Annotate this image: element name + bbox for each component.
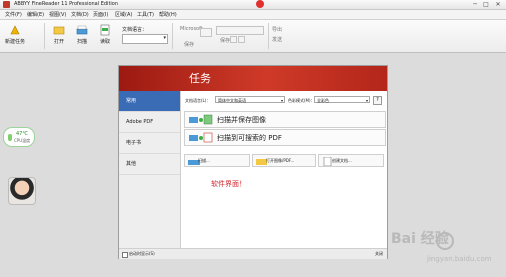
sidebar-item-ebook[interactable]: 电子书 [119,133,180,154]
show-on-startup-label: 启动时显示(S) [129,251,155,256]
temperature-value: 47℃ [16,131,28,137]
new-task-button[interactable]: 新建任务 [4,24,26,45]
menu-page[interactable]: 页面(I) [93,11,108,18]
app-logo-icon [3,1,10,8]
avatar[interactable] [8,177,36,205]
minimize-button[interactable]: ─ [470,1,480,8]
menu-help[interactable]: 帮助(H) [159,11,177,18]
menu-bar: 文件(F) 编辑(E) 视图(V) 文档(D) 页面(I) 区域(A) 工具(T… [0,10,506,20]
watermark: Bai 经验 jingyan.baidu.com [391,228,501,268]
dialog-header: 任务 [119,66,387,91]
read-button[interactable]: 读取 [94,24,116,45]
window-title: ABBYY FineReader 11 Professional Edition [14,1,119,7]
show-on-startup-checkbox[interactable] [122,252,128,258]
close-dialog-button[interactable]: 关闭 [375,251,383,257]
scanner-icon [76,25,88,35]
close-window-button[interactable]: ✕ [493,1,503,8]
scan-button[interactable]: 扫描 [71,24,93,45]
sidebar-item-adobe-pdf[interactable]: Adobe PDF [119,112,180,133]
doc-language-select[interactable]: 简体中文和英语 [215,96,285,104]
toolbar: 新建任务 打开 扫描 读取 文档语言： Microsoft 保存 保存 导出 发… [0,20,506,53]
thermometer-icon [8,134,12,141]
task-scan-searchable-pdf[interactable]: 扫描到可搜索的 PDF [184,129,386,146]
open-folder-icon [53,26,65,35]
scan-to-pdf-icon [189,132,213,143]
doc-language-label: 文档语言(L)： [185,98,211,103]
dialog-title: 任务 [189,72,211,85]
baidu-paw-icon [436,232,454,250]
help-button[interactable]: ? [373,96,382,105]
dialog-content: 文档语言(L)： 简体中文和英语 色彩模式(M)： 全彩色 ? 扫描并保存图像 … [181,91,387,248]
task-dialog: 任务 常用 Adobe PDF 电子书 其他 文档语言(L)： 简体中文和英语 … [118,65,388,259]
scan-label: 扫描 [76,39,87,45]
open-image-pdf-button[interactable]: 打开图像/PDF... [252,154,316,167]
maximize-button[interactable]: □ [481,1,491,8]
read-icon [100,24,110,36]
toolbar-doc-language-label: 文档语言： [122,27,148,33]
task-scan-save-image[interactable]: 扫描并保存图像 [184,111,386,128]
menu-file[interactable]: 文件(F) [5,11,22,18]
dialog-sidebar: 常用 Adobe PDF 电子书 其他 [119,91,181,248]
temperature-sub: CPU温度 [14,138,31,143]
dialog-footer: 启动时显示(S) 关闭 [119,248,387,259]
menu-area[interactable]: 区域(A) [115,11,132,18]
menu-view[interactable]: 视图(V) [49,11,66,18]
open-label: 打开 [53,39,64,45]
color-mode-label: 色彩模式(M)： [288,98,315,103]
create-document-button[interactable]: 创建文档... [318,154,384,167]
annotation-note: 软件界面！ [211,180,246,188]
toolbar-small-icon[interactable] [238,36,245,43]
sidebar-item-other[interactable]: 其他 [119,154,180,175]
toolbar-separator [268,23,269,49]
scan-sub-label: 扫描... [198,158,210,163]
menu-document[interactable]: 文档(D) [71,11,89,18]
toolbar-small-b: 保存 [220,38,231,44]
color-mode-select[interactable]: 全彩色 [314,96,370,104]
temperature-widget[interactable]: 47℃ CPU温度 [3,127,35,147]
task-scan-save-image-label: 扫描并保存图像 [217,116,266,124]
title-bar: ABBYY FineReader 11 Professional Edition… [0,0,506,10]
scan-sub-button[interactable]: 扫描... [184,154,250,167]
toolbar-export-label[interactable]: 导出 [272,26,282,33]
record-indicator-icon [256,0,264,8]
new-task-label: 新建任务 [4,39,25,45]
color-mode-value: 全彩色 [317,98,329,103]
toolbar-save-label[interactable]: 保存 [184,41,194,48]
doc-language-value: 简体中文和英语 [218,98,246,103]
new-task-icon [10,25,20,35]
toolbar-dropdown[interactable] [200,28,212,37]
menu-tools[interactable]: 工具(T) [137,11,154,18]
open-image-pdf-label: 打开图像/PDF... [266,158,295,163]
scan-to-image-icon [189,114,213,125]
toolbar-small-icon[interactable] [230,36,237,43]
open-button[interactable]: 打开 [48,24,70,45]
sidebar-item-common[interactable]: 常用 [119,91,180,112]
toolbar-format-select[interactable] [216,26,264,35]
create-document-label: 创建文档... [332,158,352,163]
task-scan-searchable-pdf-label: 扫描到可搜索的 PDF [217,134,282,142]
toolbar-separator [44,23,45,49]
read-label: 读取 [99,39,110,45]
toolbar-separator [172,23,173,49]
watermark-url: jingyan.baidu.com [427,255,492,263]
menu-edit[interactable]: 编辑(E) [27,11,44,18]
toolbar-send-label[interactable]: 发送 [272,36,282,43]
toolbar-doc-language-select[interactable] [122,34,168,44]
